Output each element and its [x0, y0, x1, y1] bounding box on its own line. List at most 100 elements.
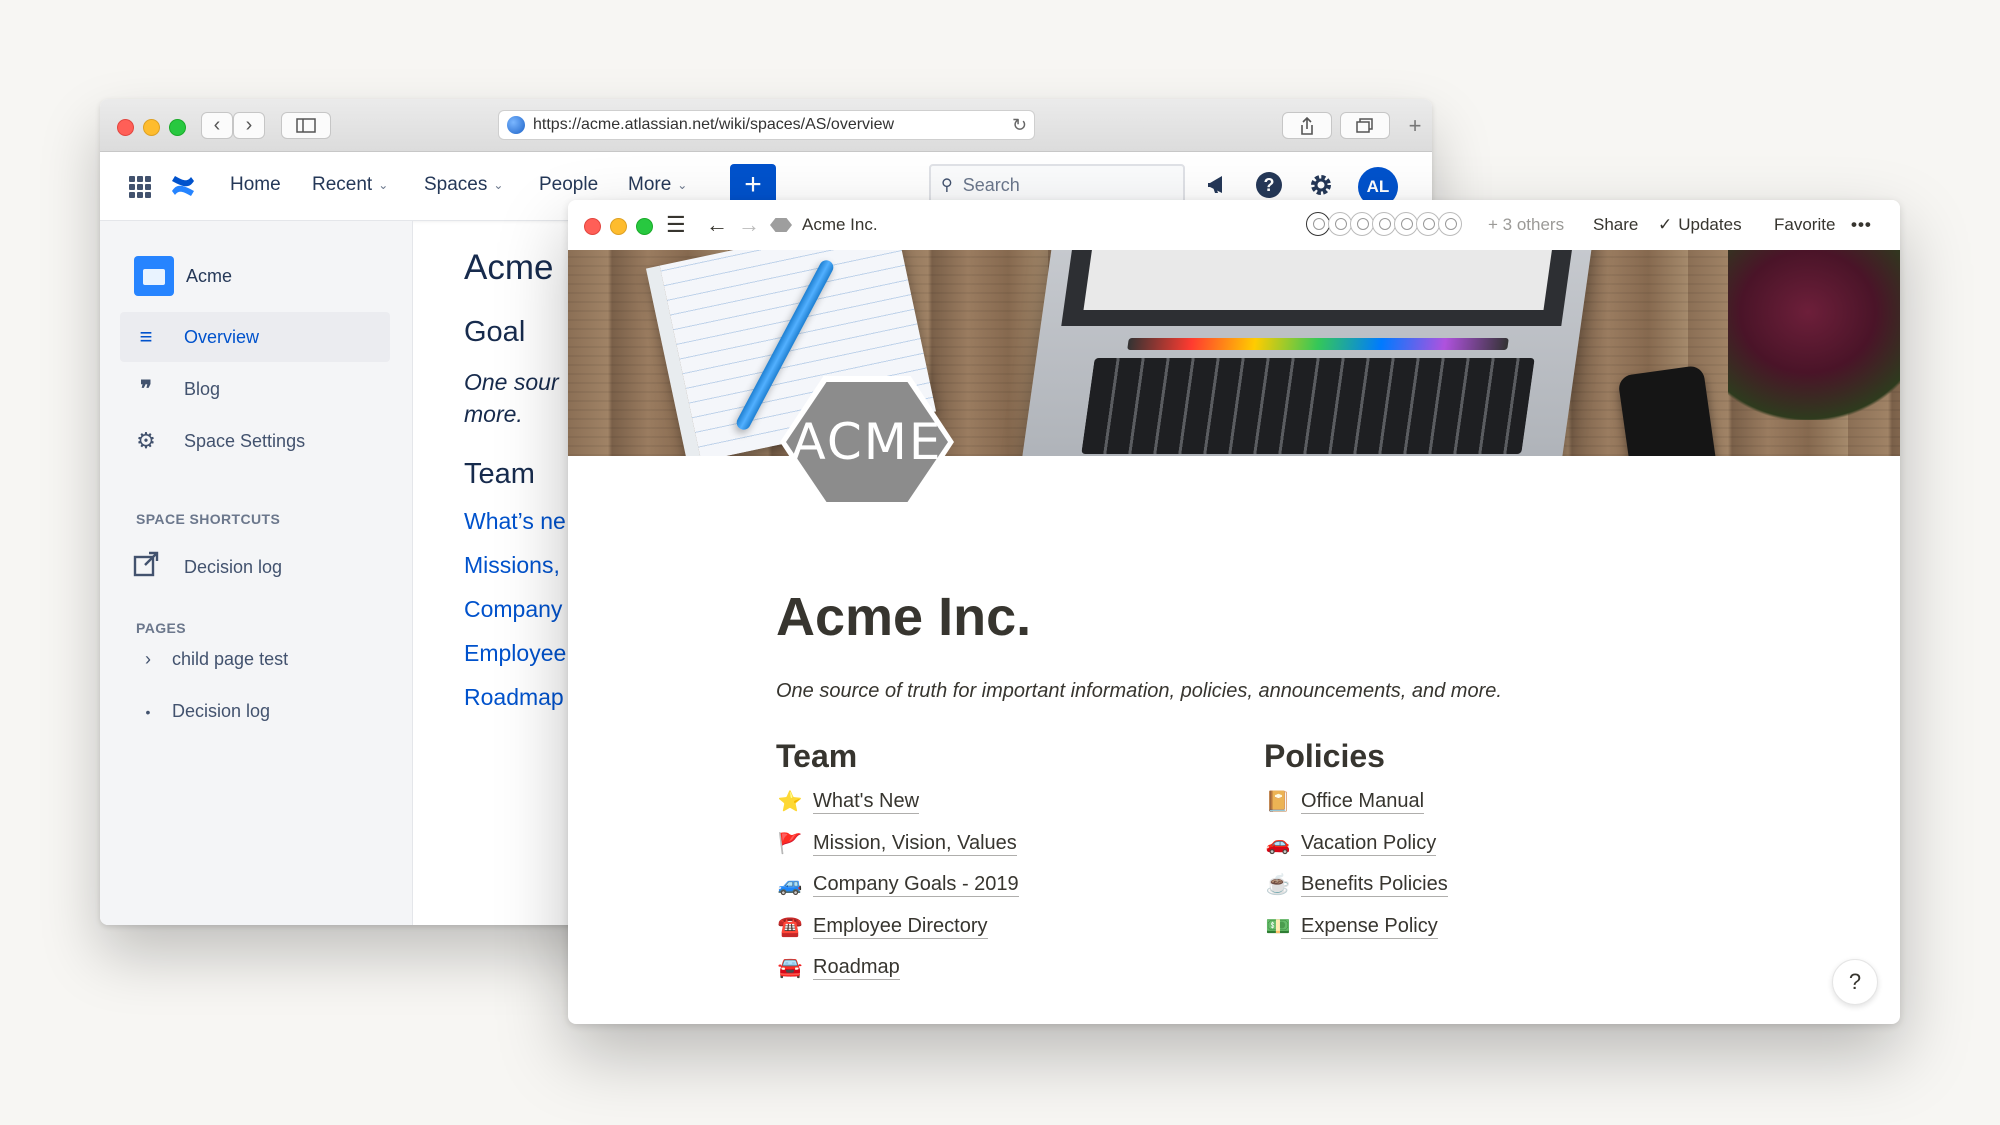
- globe-icon: [507, 116, 525, 134]
- updates-button[interactable]: ✓ Updates: [1658, 215, 1742, 235]
- policy-link-expense[interactable]: 💵 Expense Policy: [1264, 906, 1448, 948]
- sidebar-toggle-button[interactable]: [281, 112, 331, 139]
- policy-link-vacation[interactable]: 🚗 Vacation Policy: [1264, 823, 1448, 865]
- minimize-window-button[interactable]: [143, 119, 160, 136]
- team-link-mission[interactable]: 🚩 Mission, Vision, Values: [776, 823, 1019, 865]
- coffee-icon: ☕: [1265, 874, 1291, 897]
- nav-recent[interactable]: Recent ⌄: [312, 174, 388, 196]
- hamburger-menu-icon[interactable]: ☰: [666, 210, 686, 240]
- new-tab-button[interactable]: +: [1398, 112, 1432, 139]
- tabs-icon: [1356, 117, 1373, 133]
- help-button[interactable]: ?: [1254, 170, 1284, 200]
- team-link[interactable]: Company: [464, 596, 562, 623]
- sidebar-item-space-settings[interactable]: ⚙ Space Settings: [120, 416, 390, 466]
- goal-text-line1: One sour: [464, 369, 559, 395]
- close-window-button[interactable]: [584, 218, 601, 235]
- team-link[interactable]: What’s ne: [464, 508, 566, 535]
- address-bar[interactable]: https://acme.atlassian.net/wiki/spaces/A…: [498, 110, 1035, 140]
- share-button[interactable]: Share: [1593, 215, 1638, 235]
- share-button[interactable]: [1282, 112, 1332, 139]
- nav-more[interactable]: More ⌄: [628, 174, 687, 196]
- page-tree-item[interactable]: › child page test: [138, 649, 288, 670]
- reload-icon[interactable]: ↻: [1012, 115, 1034, 136]
- more-options-icon[interactable]: •••: [1851, 215, 1872, 235]
- space-sidebar: Acme ≡ Overview ❞ Blog ⚙ Space Settings …: [100, 221, 413, 925]
- link-label: Benefits Policies: [1301, 873, 1448, 898]
- collaborator-avatars[interactable]: [1306, 212, 1462, 236]
- question-icon: ?: [1256, 172, 1282, 198]
- back-button[interactable]: ‹: [201, 112, 233, 139]
- page-tree-label: child page test: [172, 649, 289, 669]
- app-switcher-icon[interactable]: [129, 176, 151, 198]
- zoom-window-button[interactable]: [636, 218, 653, 235]
- goal-text-line2: more.: [464, 401, 523, 427]
- notifications-button[interactable]: [1203, 170, 1233, 200]
- nav-home[interactable]: Home: [230, 174, 281, 196]
- favorite-button[interactable]: Favorite: [1774, 215, 1835, 235]
- policy-link-office-manual[interactable]: 📔 Office Manual: [1264, 781, 1448, 823]
- team-link-roadmap[interactable]: 🚘 Roadmap: [776, 947, 1019, 989]
- link-label: Roadmap: [813, 956, 900, 981]
- breadcrumb[interactable]: Acme Inc.: [770, 215, 878, 235]
- policy-link-benefits[interactable]: ☕ Benefits Policies: [1264, 864, 1448, 906]
- page-title[interactable]: Acme Inc.: [776, 586, 1031, 648]
- tabs-overview-button[interactable]: [1340, 112, 1390, 139]
- team-link-company-goals[interactable]: 🚙 Company Goals - 2019: [776, 864, 1019, 906]
- sidebar-item-overview[interactable]: ≡ Overview: [120, 312, 390, 362]
- close-window-button[interactable]: [117, 119, 134, 136]
- team-heading: Team: [776, 738, 858, 774]
- sidebar-icon: [296, 118, 316, 133]
- team-link[interactable]: Roadmap: [464, 684, 564, 711]
- team-link[interactable]: Missions,: [464, 552, 560, 579]
- link-label: Vacation Policy: [1301, 831, 1437, 856]
- space-name[interactable]: Acme: [186, 266, 232, 287]
- sidebar-item-label: Overview: [184, 326, 260, 347]
- nav-people-label: People: [539, 174, 599, 195]
- acme-logo-text: ACME: [791, 413, 943, 471]
- chevron-right-icon[interactable]: ›: [138, 649, 158, 670]
- chevron-down-icon: ⌄: [378, 178, 389, 192]
- pages-heading: PAGES: [136, 620, 186, 636]
- goal-heading: Goal: [464, 316, 526, 348]
- avatar: [1416, 212, 1440, 236]
- team-link-employee-directory[interactable]: ☎️ Employee Directory: [776, 906, 1019, 948]
- cover-image[interactable]: [568, 250, 1900, 456]
- back-arrow-icon[interactable]: ←: [706, 210, 728, 240]
- nav-more-label: More: [628, 174, 672, 195]
- page-subtitle[interactable]: One source of truth for important inform…: [776, 680, 1502, 703]
- forward-arrow-icon[interactable]: →: [738, 210, 760, 240]
- minimize-window-button[interactable]: [610, 218, 627, 235]
- checkmark-icon: ✓: [1658, 215, 1673, 234]
- forward-button[interactable]: ›: [233, 112, 265, 139]
- zoom-window-button[interactable]: [169, 119, 186, 136]
- laptop-screen-image: [1061, 250, 1575, 326]
- nav-home-label: Home: [230, 174, 281, 195]
- team-link-whats-new[interactable]: ⭐ What's New: [776, 781, 1019, 823]
- help-button[interactable]: ?: [1832, 959, 1878, 1005]
- plus-icon: +: [1408, 112, 1422, 138]
- sidebar-item-blog[interactable]: ❞ Blog: [120, 364, 390, 414]
- nav-people[interactable]: People: [539, 174, 598, 196]
- quote-icon: ❞: [140, 376, 152, 401]
- keyboard-image: [1081, 358, 1535, 454]
- confluence-logo-icon[interactable]: [170, 173, 196, 199]
- nav-spaces[interactable]: Spaces ⌄: [424, 174, 503, 196]
- car-icon: 🚙: [777, 874, 803, 897]
- settings-button[interactable]: [1306, 170, 1336, 200]
- notion-window: ☰ ← → Acme Inc. + 3 others Share ✓ Updat…: [568, 200, 1900, 1024]
- gear-icon: [1311, 175, 1331, 195]
- help-label: ?: [1848, 969, 1862, 994]
- page-tree-item[interactable]: • Decision log: [138, 701, 271, 722]
- page-tree-label: Decision log: [172, 701, 271, 721]
- space-icon[interactable]: [134, 256, 174, 296]
- plant-image: [1728, 250, 1900, 420]
- others-count[interactable]: + 3 others: [1488, 215, 1564, 235]
- team-column: Team ⭐ What's New 🚩 Mission, Vision, Value…: [776, 738, 1019, 989]
- team-link[interactable]: Employee: [464, 640, 566, 667]
- notebook-icon: 📔: [1265, 791, 1291, 814]
- svg-text:?: ?: [1264, 175, 1275, 195]
- policies-column: Policies 📔 Office Manual 🚗 Vacation Policy…: [1264, 738, 1448, 947]
- chevron-down-icon: ⌄: [677, 178, 688, 192]
- shortcut-decision-log[interactable]: Decision log: [120, 542, 390, 592]
- car-front-icon: 🚘: [777, 957, 803, 980]
